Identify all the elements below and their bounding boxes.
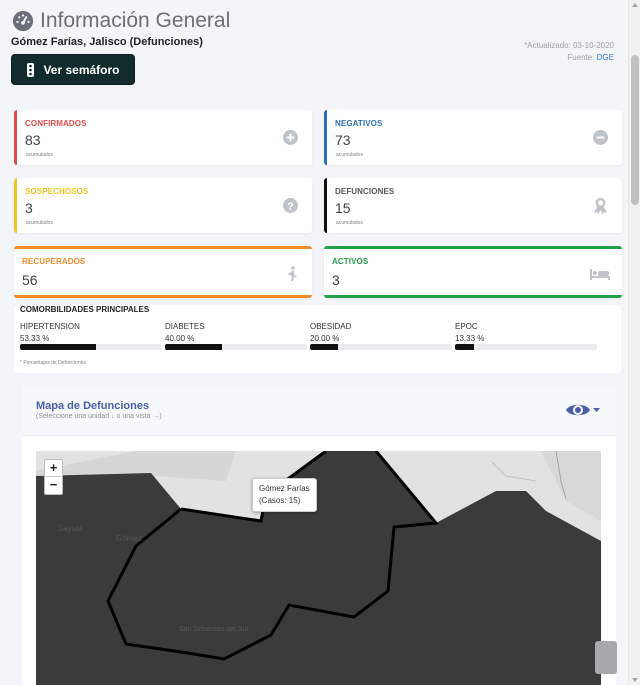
comorbidity-percent: 13.33 % [455,334,485,343]
card-activos-label: ACTIVOS [332,257,369,266]
place-label-san-sebastian: San Sebastián del Sur [179,626,249,633]
comorbidity-obesidad: OBESIDAD 20.00 % [310,322,452,350]
comorbidity-name: OBESIDAD [310,322,352,331]
card-recuperados: RECUPERADOS 56 [14,246,312,298]
map-tooltip: Gómez Farías (Casos: 15) [252,478,317,512]
svg-text:?: ? [287,201,293,212]
location-label: Gómez Farías, Jalisco (Defunciones) [11,36,203,48]
question-circle-icon: ? [283,198,298,213]
map-area[interactable]: Sayula Gómez San Sebastián del Sur + − G… [36,451,601,685]
ver-semaforo-label: Ver semáforo [43,62,120,77]
comorbidity-epoc: EPOC 13.33 % [455,322,597,350]
plus-circle-icon [283,130,298,145]
minus-circle-icon [593,130,608,145]
comorbidity-diabetes: DIABETES 40.00 % [165,322,307,350]
comorbidity-percent: 40.00 % [165,334,195,343]
card-negativos-sub: acumulados [336,152,363,158]
page-title: Información General [40,9,231,32]
comorbilidades-title: COMORBILIDADES PRINCIPALES [20,305,150,314]
scroll-up-icon[interactable] [632,3,638,7]
comorbilidades-panel: COMORBILIDADES PRINCIPALES HIPERTENSION … [14,305,621,373]
comorbidity-name: DIABETES [165,322,205,331]
map-title: Mapa de Defunciones [36,400,150,412]
comorbidity-bar [165,344,307,350]
bed-icon [590,269,610,280]
card-negativos-label: NEGATIVOS [335,119,383,128]
page-header: Información General [12,9,230,33]
dashboard-gauge-icon [12,10,34,32]
card-activos-value: 3 [332,272,340,288]
updated-date: *Actualizado: 03-10-2020 [524,41,614,50]
map-header: Mapa de Defunciones (Seleccione una unid… [22,387,616,436]
card-confirmados: CONFIRMADOS 83 acumulados [14,110,312,165]
map-card: Mapa de Defunciones (Seleccione una unid… [22,387,616,685]
place-label-sayula: Sayula [58,524,83,533]
map-svg[interactable]: Sayula Gómez San Sebastián del Sur [36,451,601,685]
walking-person-icon [288,266,297,281]
card-confirmados-label: CONFIRMADOS [25,119,87,128]
card-defunciones: DEFUNCIONES 15 acumulados [324,178,622,233]
comorbidity-percent: 53.33 % [20,334,50,343]
card-sospechosos-sub: acumulados [26,220,53,226]
page-scrollbar[interactable] [628,0,640,685]
scroll-top-button[interactable] [595,641,617,674]
card-recuperados-value: 56 [22,272,38,288]
comorbidity-bar-fill [165,344,222,350]
source-line: Fuente: DGE [524,52,614,64]
comorbidity-bar-fill [455,344,474,350]
card-sospechosos-label: SOSPECHOSOS [25,187,89,196]
comorbidity-bar [455,344,597,350]
comorbidity-bar [20,344,162,350]
comorbidity-bar [310,344,452,350]
view-selector-button[interactable] [565,401,600,419]
comorbidity-percent: 20.00 % [310,334,340,343]
card-confirmados-sub: acumulados [26,152,53,158]
page: Información General Gómez Farías, Jalisc… [0,0,628,685]
card-recuperados-label: RECUPERADOS [22,257,86,266]
card-confirmados-value: 83 [25,132,41,148]
comorbidity-bar-fill [20,344,96,350]
zoom-control: + − [44,459,63,495]
card-sospechosos: SOSPECHOSOS 3 acumulados ? [14,178,312,233]
update-info: *Actualizado: 03-10-2020 Fuente: DGE [524,40,614,64]
card-activos: ACTIVOS 3 [324,246,622,298]
comorbidity-name: EPOC [455,322,478,331]
comorbidity-name: HIPERTENSION [20,322,80,331]
card-defunciones-value: 15 [335,200,351,216]
tooltip-cases: (Casos: 15) [259,496,301,505]
eye-icon [566,404,590,416]
card-defunciones-label: DEFUNCIONES [335,187,395,196]
comorbidity-bar-fill [310,344,339,350]
map-subtitle: (Seleccione una unidad ↓ o una vista →) [36,413,162,420]
traffic-light-icon [27,62,35,77]
source-link[interactable]: DGE [597,53,614,62]
comorbidity-hipertension: HIPERTENSION 53.33 % [20,322,162,350]
scroll-down-icon[interactable] [632,678,638,682]
ribbon-icon [593,198,608,214]
source-prefix: Fuente: [567,53,597,62]
zoom-out-button[interactable]: − [45,477,62,494]
card-negativos: NEGATIVOS 73 acumulados [324,110,622,165]
caret-down-icon [593,407,600,412]
place-label-gomez: Gómez [116,534,142,543]
scroll-thumb[interactable] [631,55,639,205]
tooltip-name: Gómez Farías [259,484,310,493]
card-negativos-value: 73 [335,132,351,148]
ver-semaforo-button[interactable]: Ver semáforo [11,54,135,85]
comorbilidades-note: * Porcentajes de Defunciones [20,360,86,366]
card-sospechosos-value: 3 [25,200,33,216]
card-defunciones-sub: acumulados [336,220,363,226]
zoom-in-button[interactable]: + [45,460,62,477]
